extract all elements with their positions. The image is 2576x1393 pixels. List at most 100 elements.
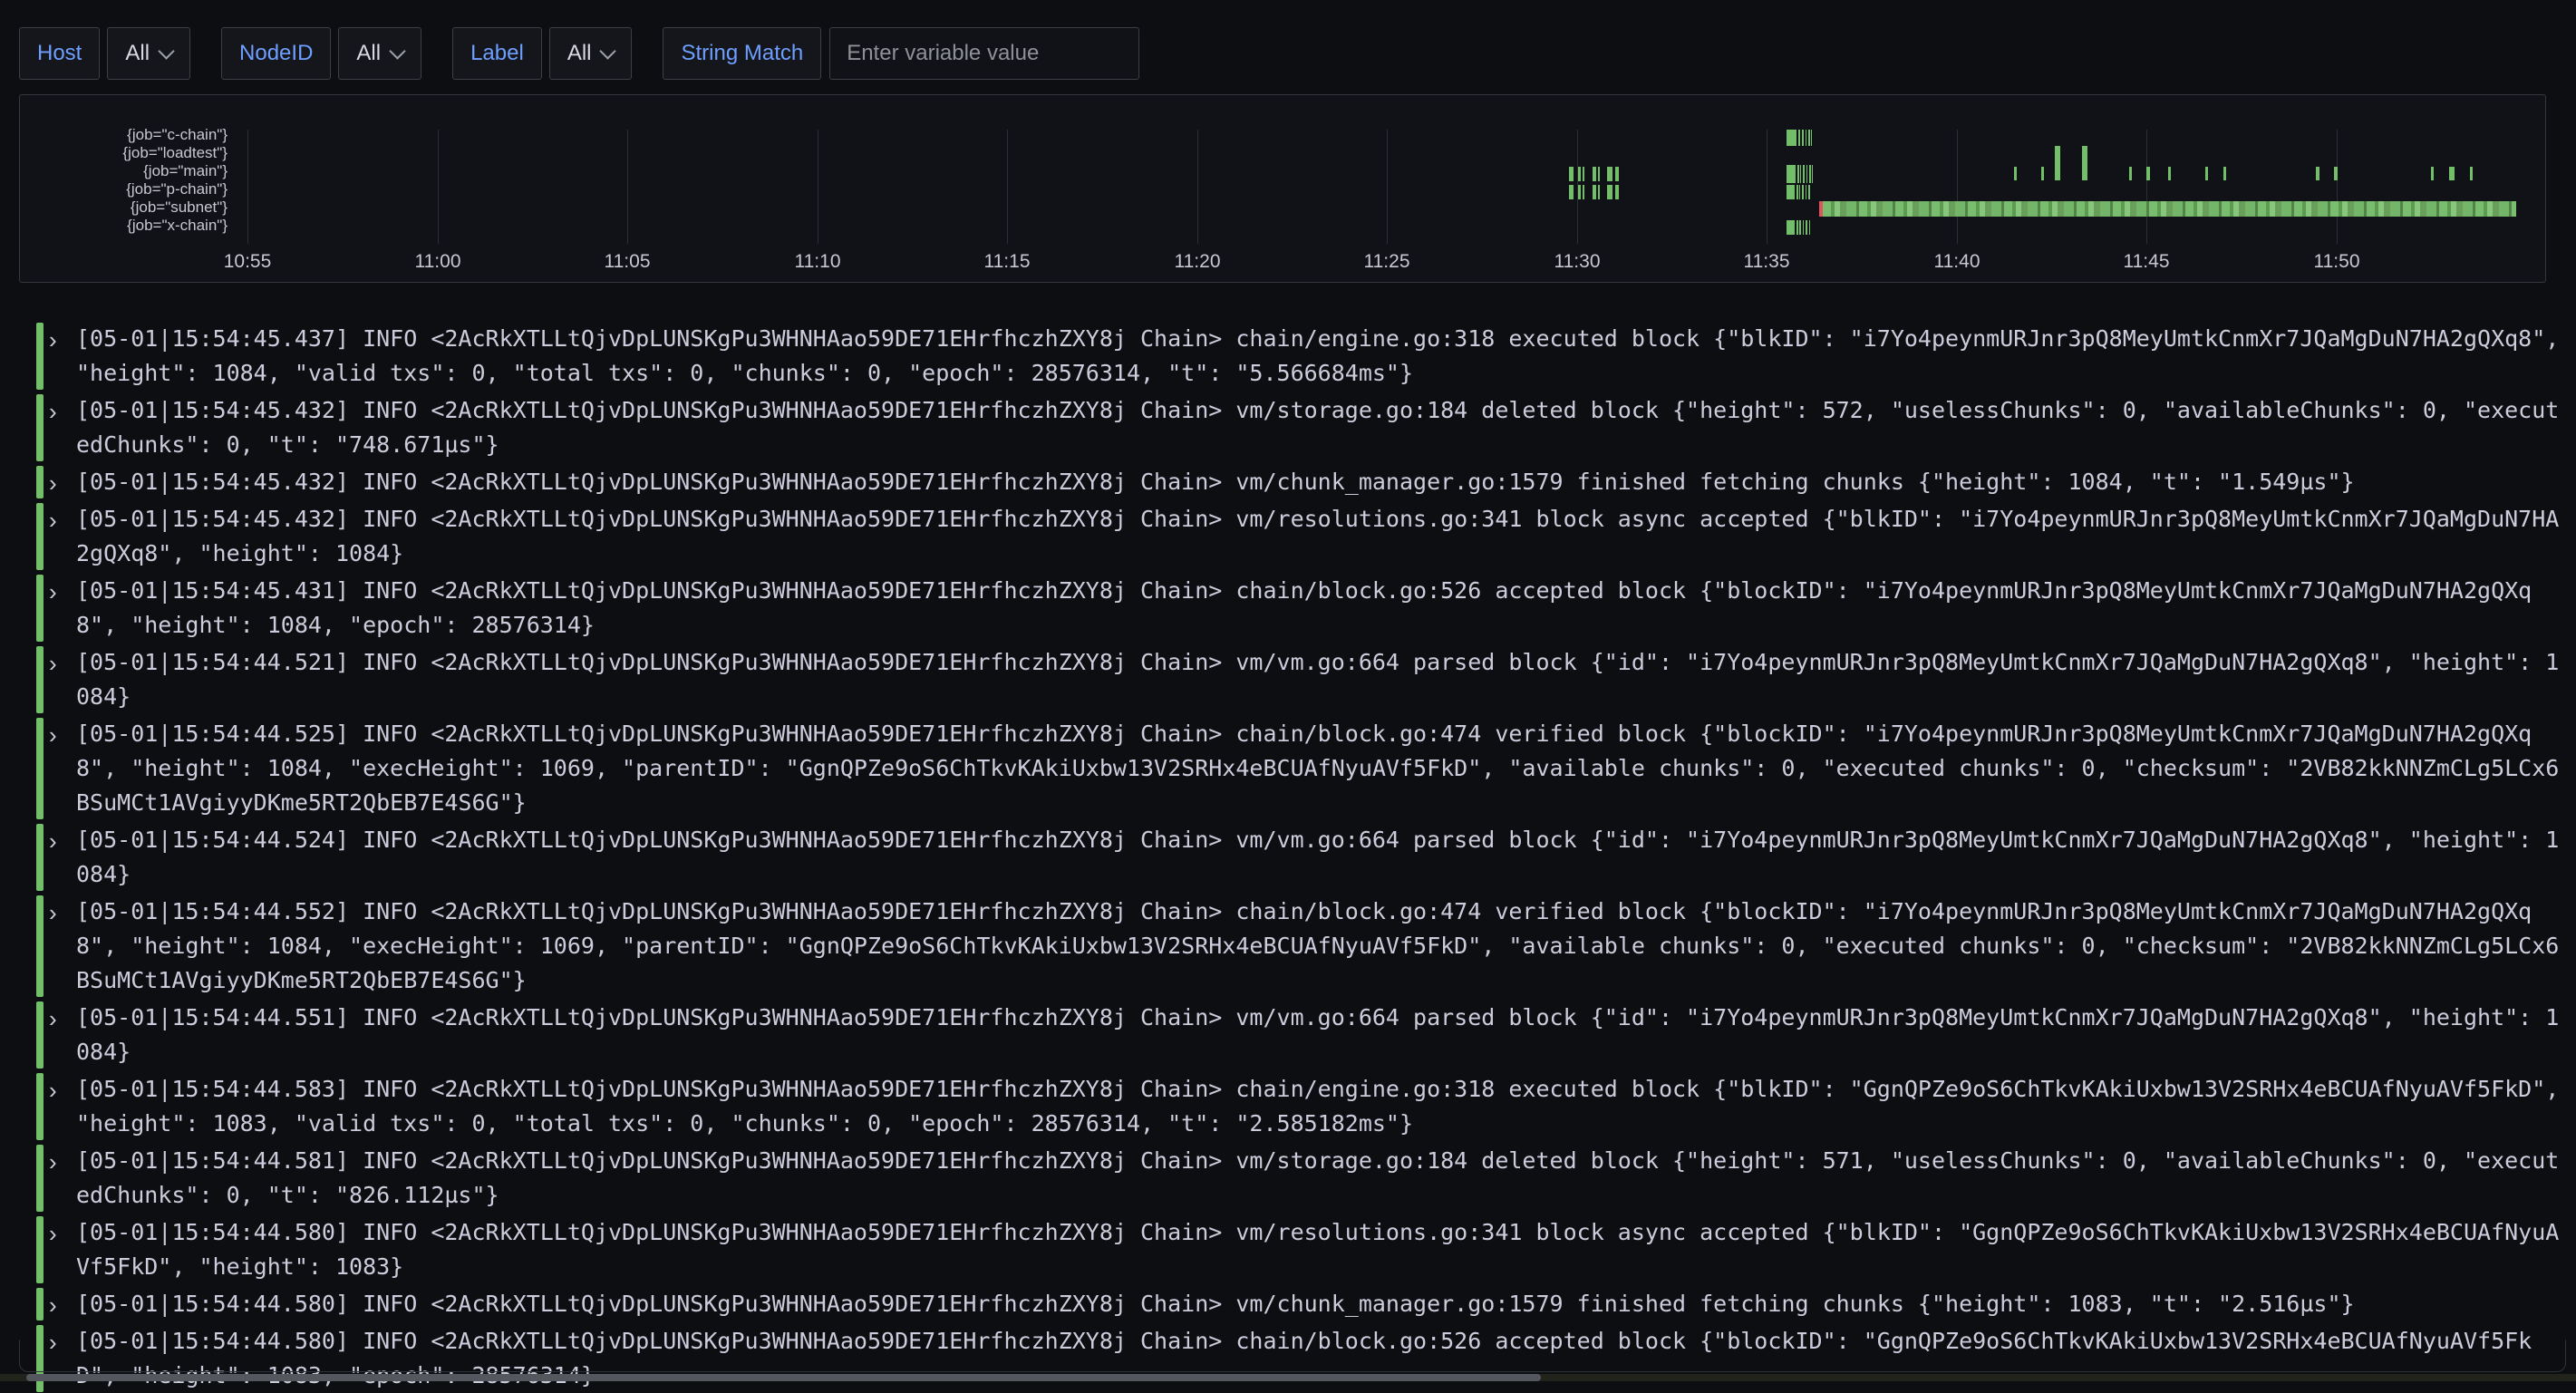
- x-axis-tick-label: 11:10: [795, 251, 841, 273]
- label-variable-select[interactable]: All: [549, 27, 633, 80]
- nodeid-variable-value: All: [356, 41, 381, 66]
- log-volume-panel: {job="c-chain"}{job="loadtest"}{job="mai…: [19, 94, 2546, 283]
- log-volume-bar: [1808, 130, 1810, 146]
- log-level-indicator: [36, 503, 44, 570]
- log-volume-bar: [1583, 167, 1584, 181]
- expand-chevron-icon[interactable]: ›: [49, 826, 57, 856]
- log-volume-bar: [2129, 167, 2132, 180]
- log-volume-bar: [2223, 167, 2226, 180]
- log-row[interactable]: ›[05-01|15:54:45.432] INFO <2AcRkXTLLtQj…: [36, 465, 2566, 499]
- log-volume-bar: [2082, 146, 2087, 180]
- log-level-indicator: [36, 824, 44, 891]
- scrollbar-thumb[interactable]: [26, 1374, 1541, 1381]
- log-volume-bar: [2014, 167, 2017, 180]
- log-volume-bar: [1803, 165, 1805, 183]
- string-match-input[interactable]: [829, 27, 1139, 80]
- gridline: [1957, 130, 1958, 244]
- x-axis-tick-label: 11:35: [1744, 251, 1790, 273]
- log-level-indicator: [36, 1073, 44, 1140]
- expand-chevron-icon[interactable]: ›: [49, 897, 57, 928]
- log-volume-bar: [1803, 220, 1804, 235]
- expand-chevron-icon[interactable]: ›: [49, 1218, 57, 1249]
- variable-string-match: String Match: [663, 27, 1139, 80]
- log-volume-bar: [1607, 185, 1612, 199]
- x-axis-tick-label: 11:15: [984, 251, 1031, 273]
- variables-toolbar: Host All NodeID All Label All String Mat…: [19, 27, 1139, 80]
- log-text: [05-01|15:54:45.432] INFO <2AcRkXTLLtQjv…: [76, 393, 2566, 462]
- log-text: [05-01|15:54:44.581] INFO <2AcRkXTLLtQjv…: [76, 1144, 2566, 1213]
- log-row[interactable]: › [05-01|15:54:44.581] INFO <2AcRkXTLLtQj…: [36, 1144, 2566, 1213]
- nodeid-variable-select[interactable]: All: [338, 27, 421, 80]
- gridline: [1387, 130, 1388, 244]
- expand-chevron-icon[interactable]: ›: [49, 720, 57, 750]
- log-volume-bar: [1798, 130, 1800, 146]
- log-volume-bar: [2431, 167, 2434, 180]
- log-volume-bar: [1787, 185, 1795, 199]
- log-volume-bar: [1593, 167, 1596, 181]
- host-variable-label: Host: [19, 27, 100, 80]
- x-axis-tick-label: 11:05: [605, 251, 651, 273]
- x-axis-tick-label: 11:40: [1934, 251, 1980, 273]
- log-text: [05-01|15:54:44.552] INFO <2AcRkXTLLtQjv…: [76, 895, 2566, 998]
- log-row[interactable]: ›[05-01|15:54:44.580] INFO <2AcRkXTLLtQj…: [36, 1215, 2566, 1284]
- expand-chevron-icon[interactable]: ›: [49, 396, 57, 427]
- chart-plot-area[interactable]: 10:5511:0011:0511:1011:1511:2011:2511:30…: [20, 95, 2545, 282]
- variable-label: Label All: [452, 27, 632, 80]
- label-variable-label: Label: [452, 27, 542, 80]
- log-row[interactable]: ›[05-01|15:54:44.580] INFO <2AcRkXTLLtQj…: [36, 1324, 2566, 1393]
- log-volume-bar: [2041, 167, 2044, 180]
- expand-chevron-icon[interactable]: ›: [49, 468, 57, 498]
- log-row[interactable]: › [05-01|15:54:44.525] INFO <2AcRkXTLLtQj…: [36, 717, 2566, 820]
- expand-chevron-icon[interactable]: ›: [49, 1327, 57, 1358]
- expand-chevron-icon[interactable]: ›: [49, 324, 57, 355]
- log-row[interactable]: › [05-01|15:54:44.524] INFO <2AcRkXTLLtQj…: [36, 823, 2566, 892]
- log-row[interactable]: ›[05-01|15:54:44.580] INFO <2AcRkXTLLtQj…: [36, 1287, 2566, 1321]
- host-variable-select[interactable]: All: [107, 27, 190, 80]
- log-volume-bar: [2470, 167, 2473, 180]
- log-volume-bar: [1593, 185, 1596, 199]
- log-volume-bar: [1569, 185, 1574, 199]
- log-volume-bar: [1811, 130, 1812, 146]
- log-level-indicator: [36, 1216, 44, 1283]
- log-text: [05-01|15:54:44.521] INFO <2AcRkXTLLtQjv…: [76, 645, 2566, 714]
- continuous-log-volume-band: [1823, 201, 2516, 217]
- expand-chevron-icon[interactable]: ›: [49, 1290, 57, 1320]
- log-row[interactable]: ›[05-01|15:54:44.583] INFO <2AcRkXTLLtQj…: [36, 1072, 2566, 1141]
- expand-chevron-icon[interactable]: ›: [49, 1146, 57, 1177]
- horizontal-scrollbar[interactable]: [0, 1374, 2576, 1381]
- log-row[interactable]: › [05-01|15:54:44.551] INFO <2AcRkXTLLtQj…: [36, 1001, 2566, 1069]
- log-row[interactable]: ›[05-01|15:54:45.432] INFO <2AcRkXTLLtQj…: [36, 502, 2566, 571]
- log-level-indicator: [36, 718, 44, 819]
- log-volume-bar: [1578, 185, 1581, 199]
- expand-chevron-icon[interactable]: ›: [49, 1075, 57, 1106]
- log-row[interactable]: › [05-01|15:54:45.431] INFO <2AcRkXTLLtQj…: [36, 574, 2566, 643]
- log-text: [05-01|15:54:45.431] INFO <2AcRkXTLLtQjv…: [76, 574, 2566, 643]
- log-volume-bar: [1809, 220, 1810, 235]
- gridline: [2337, 130, 2338, 244]
- gridline: [438, 130, 439, 244]
- x-axis-tick-label: 11:50: [2314, 251, 2360, 273]
- log-row[interactable]: › [05-01|15:54:44.552] INFO <2AcRkXTLLtQj…: [36, 895, 2566, 998]
- log-level-indicator: [36, 1001, 44, 1069]
- log-volume-bar: [1799, 220, 1801, 235]
- expand-chevron-icon[interactable]: ›: [49, 648, 57, 679]
- log-text: [05-01|15:54:44.525] INFO <2AcRkXTLLtQjv…: [76, 717, 2566, 820]
- log-volume-bar: [2316, 167, 2319, 180]
- chevron-down-icon: [389, 43, 405, 59]
- log-row[interactable]: › [05-01|15:54:44.521] INFO <2AcRkXTLLtQj…: [36, 645, 2566, 714]
- log-volume-bar: [1799, 185, 1800, 199]
- expand-chevron-icon[interactable]: ›: [49, 1003, 57, 1034]
- log-row[interactable]: ›[05-01|15:54:45.437] INFO <2AcRkXTLLtQj…: [36, 322, 2566, 391]
- variable-nodeid: NodeID All: [221, 27, 421, 80]
- log-text: [05-01|15:54:44.524] INFO <2AcRkXTLLtQjv…: [76, 823, 2566, 892]
- log-row[interactable]: › [05-01|15:54:45.432] INFO <2AcRkXTLLtQj…: [36, 393, 2566, 462]
- log-level-indicator: [36, 1145, 44, 1212]
- log-volume-bar: [1808, 185, 1810, 199]
- gridline: [247, 130, 248, 244]
- x-axis-tick-label: 11:00: [415, 251, 461, 273]
- log-volume-bar: [1802, 185, 1804, 199]
- expand-chevron-icon[interactable]: ›: [49, 576, 57, 607]
- expand-chevron-icon[interactable]: ›: [49, 505, 57, 536]
- log-text: [05-01|15:54:44.551] INFO <2AcRkXTLLtQjv…: [76, 1001, 2566, 1069]
- log-level-indicator: [36, 323, 44, 390]
